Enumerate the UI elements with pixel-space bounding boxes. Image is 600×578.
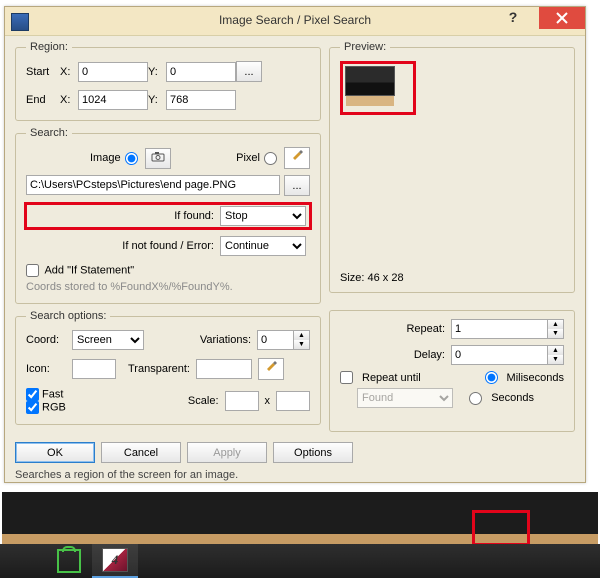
- start-x-label: X:: [60, 66, 78, 78]
- icon-label: Icon:: [26, 363, 66, 375]
- start-label: Start: [26, 66, 60, 78]
- transparent-label: Transparent:: [128, 363, 190, 375]
- pixel-radio-label: Pixel: [236, 152, 260, 164]
- add-if-label: Add "If Statement": [44, 264, 134, 276]
- fast-label: Fast: [42, 388, 63, 400]
- variations-spinner[interactable]: ▲▼: [257, 330, 310, 350]
- image-radio[interactable]: [125, 152, 138, 165]
- end-label: End: [26, 94, 60, 106]
- preview-thumbnail: [340, 61, 416, 115]
- image-radio-label: Image: [90, 152, 121, 164]
- image-browse-button[interactable]: ...: [284, 175, 310, 196]
- scale-h-input[interactable]: [276, 391, 310, 411]
- repeat-until-label: Repeat until: [362, 372, 421, 384]
- region-group: Region: Start X: Y: ... End X: Y:: [15, 41, 321, 121]
- delay-input[interactable]: [451, 345, 547, 365]
- scale-x-sep: x: [265, 395, 271, 407]
- repeat-input[interactable]: [451, 319, 547, 339]
- preview-size-label: Size: 46 x 28: [340, 272, 404, 284]
- if-not-found-label: If not found / Error:: [122, 240, 214, 252]
- spinner-down-icon[interactable]: ▼: [294, 340, 309, 349]
- transparent-picker-button[interactable]: [258, 358, 284, 380]
- search-legend: Search:: [26, 127, 72, 139]
- repeat-until-select: Found: [357, 388, 453, 408]
- coord-select[interactable]: Screen: [72, 330, 144, 350]
- preview-group: Preview: Size: 46 x 28: [329, 41, 575, 293]
- delay-label: Delay:: [414, 349, 445, 361]
- end-x-input[interactable]: [78, 90, 148, 110]
- taskbar-app-button[interactable]: 4: [92, 544, 138, 578]
- repeat-label: Repeat:: [406, 323, 445, 335]
- rgb-label: RGB: [42, 401, 66, 413]
- options-button[interactable]: Options: [273, 442, 353, 463]
- background-sliver: [585, 100, 598, 440]
- seconds-label: Seconds: [491, 392, 534, 404]
- icon-input[interactable]: [72, 359, 116, 379]
- dialog-window: Image Search / Pixel Search ? Region: St…: [4, 6, 586, 483]
- end-y-input[interactable]: [166, 90, 236, 110]
- app-task-icon: 4: [102, 548, 128, 572]
- miliseconds-radio[interactable]: [485, 371, 498, 384]
- coord-label: Coord:: [26, 334, 66, 346]
- pixel-radio[interactable]: [264, 152, 277, 165]
- if-found-label: If found:: [174, 210, 214, 222]
- scale-label: Scale:: [188, 395, 219, 407]
- variations-input[interactable]: [257, 330, 293, 350]
- search-options-legend: Search options:: [26, 310, 110, 322]
- fast-checkbox[interactable]: [26, 388, 39, 401]
- taskbar-store-button[interactable]: [46, 544, 92, 578]
- start-x-input[interactable]: [78, 62, 148, 82]
- search-group: Search: Image Pixel: [15, 127, 321, 304]
- annotation-target-box: [472, 510, 530, 546]
- store-icon: [57, 549, 81, 573]
- close-button[interactable]: [539, 7, 585, 29]
- preview-legend: Preview:: [340, 41, 390, 53]
- image-path-input[interactable]: [26, 175, 280, 195]
- apply-button: Apply: [187, 442, 267, 463]
- region-legend: Region:: [26, 41, 72, 53]
- start-y-label: Y:: [148, 66, 166, 78]
- region-pick-button[interactable]: ...: [236, 61, 262, 82]
- repeat-group: Repeat: ▲▼ Delay: ▲▼: [329, 310, 575, 432]
- search-options-group: Search options: Coord: Screen Variations…: [15, 310, 321, 425]
- transparent-input[interactable]: [196, 359, 252, 379]
- seconds-radio[interactable]: [469, 392, 482, 405]
- miliseconds-label: Miliseconds: [507, 372, 564, 384]
- help-button[interactable]: ?: [493, 7, 533, 29]
- image-camera-button[interactable]: [145, 148, 171, 169]
- if-found-select[interactable]: Stop: [220, 206, 306, 226]
- repeat-until-checkbox[interactable]: [340, 371, 353, 384]
- taskbar[interactable]: 4: [0, 544, 600, 578]
- add-if-checkbox[interactable]: [26, 264, 39, 277]
- delay-spinner[interactable]: ▲▼: [451, 345, 564, 365]
- end-y-label: Y:: [148, 94, 166, 106]
- repeat-spinner[interactable]: ▲▼: [451, 319, 564, 339]
- if-not-found-select[interactable]: Continue: [220, 236, 306, 256]
- coords-hint: Coords stored to %FoundX%/%FoundY%.: [26, 281, 310, 293]
- variations-label: Variations:: [200, 334, 251, 346]
- spinner-up-icon[interactable]: ▲: [294, 331, 309, 340]
- titlebar[interactable]: Image Search / Pixel Search ?: [5, 7, 585, 36]
- status-text: Searches a region of the screen for an i…: [15, 469, 575, 481]
- ok-button[interactable]: OK: [15, 442, 95, 463]
- end-x-label: X:: [60, 94, 78, 106]
- start-y-input[interactable]: [166, 62, 236, 82]
- scale-w-input[interactable]: [225, 391, 259, 411]
- pixel-picker-button[interactable]: [284, 147, 310, 169]
- taskbar-empty-slot[interactable]: [0, 544, 46, 578]
- cancel-button[interactable]: Cancel: [101, 442, 181, 463]
- rgb-checkbox[interactable]: [26, 401, 39, 414]
